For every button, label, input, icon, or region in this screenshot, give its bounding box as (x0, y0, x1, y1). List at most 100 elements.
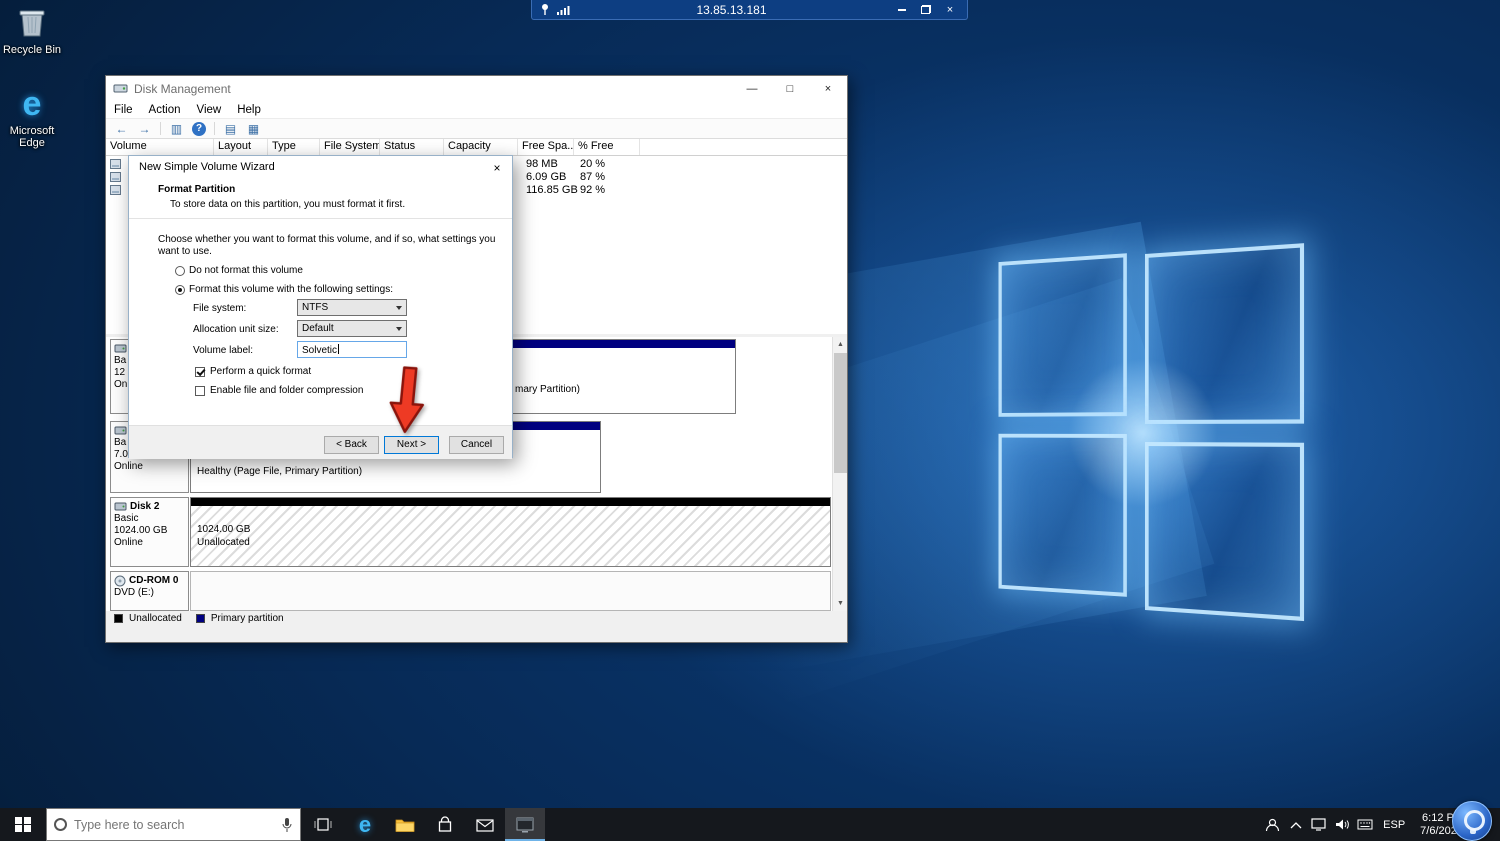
toolbar-separator (160, 122, 161, 135)
export-list-icon[interactable]: ▤ (223, 121, 238, 136)
tray-expand-chevron-icon[interactable] (1284, 808, 1307, 841)
compression-checkbox[interactable] (195, 386, 205, 396)
task-view-icon (314, 817, 332, 832)
legend-unallocated-label: Unallocated (129, 613, 182, 624)
menu-file[interactable]: File (106, 104, 141, 116)
window-minimize-button[interactable]: — (733, 76, 771, 101)
disk-icon (114, 501, 127, 512)
allocation-unit-select[interactable]: Default (297, 320, 407, 337)
column-free-space[interactable]: Free Spa... (518, 139, 574, 155)
microphone-icon[interactable] (281, 817, 293, 833)
column-pct-free[interactable]: % Free (574, 139, 640, 155)
window-titlebar: Disk Management — □ × (106, 76, 847, 101)
volume-label-value: Solvetic (302, 345, 337, 356)
touch-keyboard-icon[interactable] (1353, 808, 1376, 841)
taskbar: e (0, 808, 1500, 841)
desktop-icon-edge[interactable]: e Microsoft Edge (2, 88, 62, 149)
scrollbar-thumb[interactable] (834, 353, 847, 473)
task-view-button[interactable] (301, 808, 345, 841)
menu-action[interactable]: Action (141, 104, 189, 116)
recycle-bin-icon (17, 6, 47, 38)
menu-view[interactable]: View (189, 104, 230, 116)
window-maximize-button[interactable]: □ (771, 76, 809, 101)
cd-icon (114, 575, 126, 587)
radio-do-not-format[interactable] (175, 266, 185, 276)
disk2-partition-unallocated[interactable]: 1024.00 GB Unallocated (190, 497, 831, 567)
disk2-label[interactable]: Disk 2 Basic 1024.00 GB Online (110, 497, 189, 567)
volume-speaker-icon[interactable] (1330, 808, 1353, 841)
quick-format-label[interactable]: Perform a quick format (210, 366, 311, 377)
taskbar-disk-management-button[interactable] (505, 808, 545, 841)
taskbar-search[interactable] (46, 808, 301, 841)
column-capacity[interactable]: Capacity (444, 139, 518, 155)
mail-icon (476, 818, 494, 832)
disk-icon (114, 425, 127, 436)
windows-logo-pane (1145, 243, 1304, 424)
rdp-restore-button[interactable] (917, 2, 935, 18)
back-button[interactable]: < Back (324, 436, 379, 454)
cdrom-media: DVD (E:) (114, 587, 185, 599)
people-icon[interactable] (1261, 808, 1284, 841)
column-type[interactable]: Type (268, 139, 320, 155)
start-button[interactable] (0, 808, 46, 841)
cdrom-area[interactable] (190, 571, 831, 611)
language-indicator[interactable]: ESP (1376, 819, 1412, 831)
red-arrow-annotation (384, 364, 435, 437)
windows-logo-pane (999, 434, 1127, 597)
next-button[interactable]: Next > (384, 436, 439, 454)
legend-bar: Unallocated Primary partition (106, 611, 847, 625)
rdp-minimize-button[interactable] (893, 2, 911, 18)
compression-label[interactable]: Enable file and folder compression (210, 385, 363, 396)
taskbar-mail-button[interactable] (465, 808, 505, 841)
menu-help[interactable]: Help (229, 104, 269, 116)
radio-do-not-format-label[interactable]: Do not format this volume (189, 265, 303, 276)
scroll-up-arrow[interactable]: ▲ (833, 337, 848, 352)
column-header-row: Volume Layout Type File System Status Ca… (106, 139, 847, 156)
wizard-close-button[interactable]: × (487, 159, 507, 177)
volume-label-input[interactable]: Solvetic (297, 341, 407, 358)
cancel-button[interactable]: Cancel (449, 436, 504, 454)
taskbar-edge-button[interactable]: e (345, 808, 385, 841)
disk0-partition-status: mary Partition) (515, 384, 580, 395)
help-icon[interactable]: ? (192, 122, 206, 136)
cdrom-label[interactable]: CD-ROM 0 DVD (E:) (110, 571, 189, 611)
unallocated-hatch (191, 506, 830, 566)
network-icon[interactable] (1307, 808, 1330, 841)
taskbar-file-explorer-button[interactable] (385, 808, 425, 841)
disk-management-taskbar-icon (516, 817, 534, 833)
rdp-close-button[interactable]: × (941, 2, 959, 18)
column-file-system[interactable]: File System (320, 139, 380, 155)
graphical-view-icon[interactable]: ▦ (246, 121, 261, 136)
desktop-icon-recycle-bin[interactable]: Recycle Bin (2, 6, 62, 56)
floating-badge[interactable] (1452, 801, 1492, 841)
disk1-line: Online (114, 461, 185, 473)
scroll-down-arrow[interactable]: ▼ (833, 596, 848, 611)
recycle-bin-label: Recycle Bin (2, 44, 62, 56)
column-filler (640, 139, 847, 155)
back-icon[interactable]: ← (114, 121, 129, 136)
edge-icon: e (15, 88, 49, 122)
free-space-value: 116.85 GB (526, 184, 578, 196)
radio-format-volume-label[interactable]: Format this volume with the following se… (189, 284, 393, 295)
column-volume[interactable]: Volume (106, 139, 214, 155)
column-status[interactable]: Status (380, 139, 444, 155)
unallocated-stripe (191, 498, 830, 506)
search-input[interactable] (74, 818, 274, 832)
windows-start-icon (15, 817, 31, 833)
file-system-label: File system: (193, 303, 246, 314)
quick-format-checkbox[interactable] (195, 367, 205, 377)
file-system-select[interactable]: NTFS (297, 299, 407, 316)
column-layout[interactable]: Layout (214, 139, 268, 155)
disk-icon (114, 343, 127, 354)
volume-icon (110, 159, 121, 169)
legend-primary-swatch (196, 614, 205, 623)
forward-icon[interactable]: → (137, 121, 152, 136)
console-tree-icon[interactable]: ▥ (169, 121, 184, 136)
vertical-scrollbar[interactable]: ▲ ▼ (832, 337, 847, 611)
taskbar-store-button[interactable] (425, 808, 465, 841)
pin-icon[interactable] (540, 3, 550, 16)
window-close-button[interactable]: × (809, 76, 847, 101)
radio-format-volume[interactable] (175, 285, 185, 295)
file-explorer-icon (395, 817, 415, 833)
edge-label: Microsoft Edge (2, 125, 62, 149)
